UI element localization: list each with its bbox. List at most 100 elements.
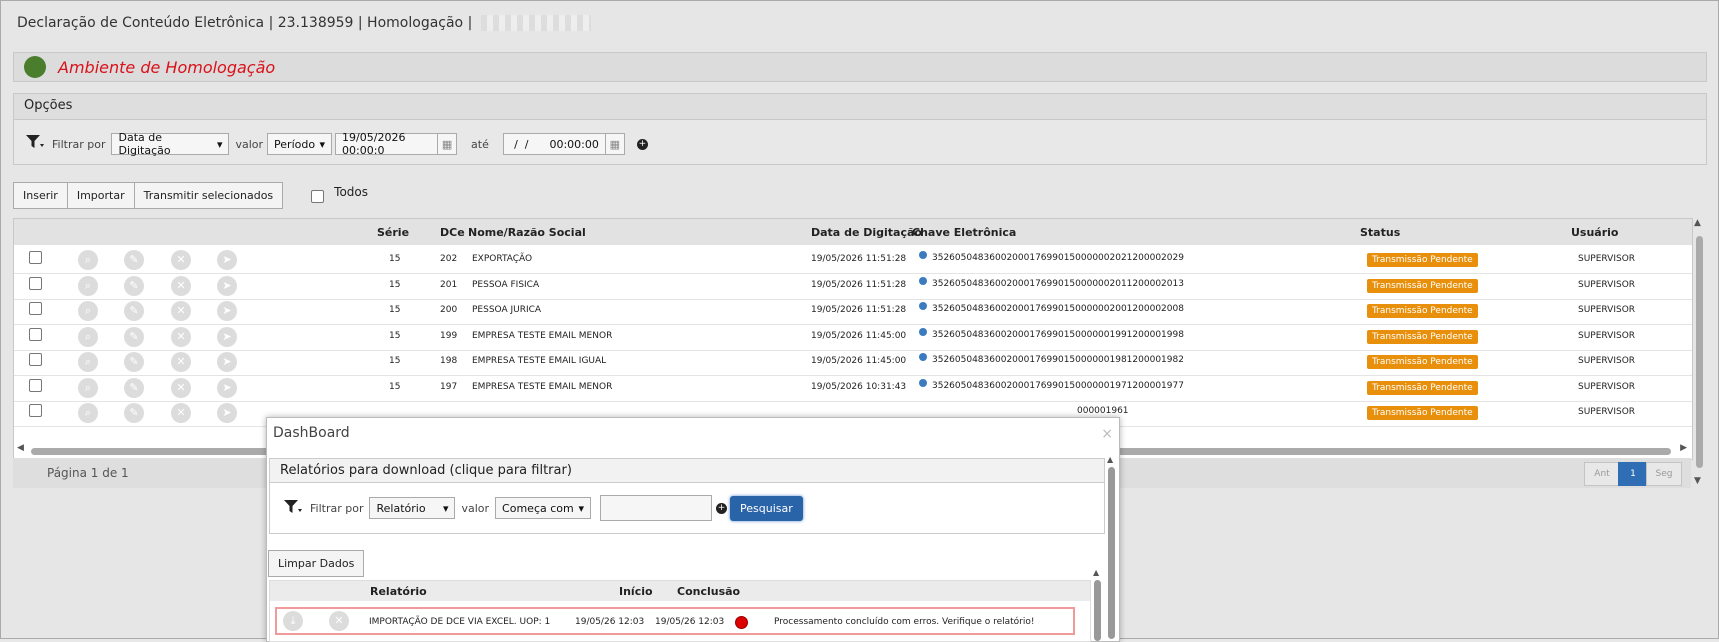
col-chave[interactable]: Chave Eletrônica — [912, 226, 1016, 239]
row-checkbox[interactable] — [29, 378, 42, 392]
report-end: 19/05/26 12:03 — [655, 617, 725, 627]
calendar-icon[interactable]: ▦ — [604, 133, 625, 155]
filter-select-value: Data de Digitação — [118, 131, 171, 157]
cancel-icon[interactable]: ✕ — [171, 403, 191, 423]
view-icon[interactable]: ⌕ — [78, 403, 98, 423]
add-filter-icon[interactable]: + — [636, 138, 648, 150]
row-checkbox[interactable] — [29, 327, 42, 341]
current-page-button[interactable]: 1 — [1618, 462, 1648, 486]
status-badge: Transmissão Pendente — [1367, 380, 1478, 395]
cell-usuario: SUPERVISOR — [1578, 254, 1636, 264]
row-checkbox[interactable] — [29, 302, 42, 315]
view-icon[interactable]: ⌕ — [78, 250, 98, 270]
send-icon[interactable]: ➤ — [217, 403, 237, 423]
col-inicio[interactable]: Início — [619, 585, 653, 598]
import-button[interactable]: Importar — [67, 182, 135, 209]
row-checkbox[interactable] — [29, 276, 42, 290]
cancel-icon[interactable]: ✕ — [171, 352, 191, 372]
next-page-button[interactable]: Seg — [1646, 462, 1682, 486]
send-icon[interactable]: ➤ — [217, 250, 237, 270]
filter-icon[interactable] — [284, 499, 302, 517]
view-icon[interactable]: ⌕ — [78, 377, 98, 398]
transmit-selected-button[interactable]: Transmitir selecionados — [134, 182, 284, 209]
dashboard-modal: DashBoard × Relatórios para download (cl… — [266, 417, 1120, 642]
modal-scrollbar[interactable]: ▲ — [1106, 455, 1118, 641]
filter-select[interactable]: Data de Digitação ▾ — [111, 131, 230, 157]
edit-icon[interactable]: ✎ — [124, 301, 144, 321]
row-checkbox[interactable] — [29, 353, 42, 366]
cell-data: 19/05/2026 10:31:43 — [811, 381, 907, 392]
send-icon[interactable]: ➤ — [217, 352, 237, 372]
scroll-left-icon[interactable]: ◀ — [17, 443, 24, 453]
view-icon[interactable]: ⌕ — [78, 301, 98, 321]
col-serie[interactable]: Série — [377, 226, 409, 239]
reports-header[interactable]: Relatórios para download (clique para fi… — [270, 459, 1104, 483]
edit-icon[interactable]: ✎ — [124, 326, 144, 347]
report-name: IMPORTAÇÃO DE DCE VIA EXCEL. UOP: 1 — [369, 617, 551, 627]
edit-icon[interactable]: ✎ — [124, 275, 144, 296]
edit-icon[interactable]: ✎ — [124, 377, 144, 398]
filter-row: Filtrar por Data de Digitação ▾ valor Per… — [26, 131, 648, 157]
modal-filter-select[interactable]: Relatório ▾ — [369, 497, 456, 519]
insert-button[interactable]: Inserir — [13, 182, 68, 209]
view-icon[interactable]: ⌕ — [78, 352, 98, 372]
date-from-input[interactable]: 19/05/2026 00:00:0 — [335, 131, 438, 157]
col-dce[interactable]: DCe — [440, 226, 465, 239]
date-to-input[interactable]: / / 00:00:00 — [502, 133, 605, 155]
col-relatorio[interactable]: Relatório — [370, 585, 427, 598]
send-icon[interactable]: ➤ — [217, 326, 237, 347]
modal-search-input[interactable] — [600, 495, 713, 521]
col-usuario[interactable]: Usuário — [1571, 226, 1619, 239]
cell-data: 19/05/2026 11:51:28 — [811, 254, 907, 264]
download-icon[interactable]: ⤓ — [283, 611, 303, 631]
clear-data-button[interactable]: Limpar Dados — [268, 550, 365, 577]
row-checkbox[interactable] — [29, 251, 42, 264]
filter-icon[interactable] — [26, 135, 44, 153]
cell-data: 19/05/2026 11:45:00 — [811, 356, 907, 366]
col-data[interactable]: Data de Digitação — [811, 226, 922, 239]
col-status[interactable]: Status — [1360, 226, 1400, 239]
col-nome[interactable]: Nome/Razão Social — [468, 226, 586, 239]
cell-serie: 15 — [389, 381, 401, 392]
report-row[interactable]: ⤓ ✕ IMPORTAÇÃO DE DCE VIA EXCEL. UOP: 1 … — [275, 607, 1075, 635]
scroll-up-icon[interactable]: ▲ — [1694, 218, 1701, 228]
cancel-icon[interactable]: ✕ — [171, 275, 191, 296]
prev-page-button[interactable]: Ant — [1584, 462, 1620, 486]
cancel-icon[interactable]: ✕ — [171, 326, 191, 347]
cancel-icon[interactable]: ✕ — [171, 301, 191, 321]
scroll-down-icon[interactable]: ▼ — [1694, 476, 1701, 486]
select-all-checkbox[interactable] — [311, 190, 325, 203]
edit-icon[interactable]: ✎ — [124, 250, 144, 270]
send-icon[interactable]: ➤ — [217, 377, 237, 398]
value-select[interactable]: Período ▾ — [267, 133, 333, 155]
search-button[interactable]: Pesquisar — [730, 495, 803, 521]
status-badge: Transmissão Pendente — [1367, 355, 1478, 369]
modal-value-select[interactable]: Começa com ▾ — [495, 497, 592, 519]
modal-scroll-thumb[interactable] — [1108, 467, 1115, 639]
status-badge: Transmissão Pendente — [1367, 329, 1478, 344]
vertical-scroll-thumb[interactable] — [1696, 236, 1703, 468]
environment-banner: Ambiente de Homologação — [13, 52, 1707, 82]
edit-icon[interactable]: ✎ — [124, 403, 144, 423]
view-icon[interactable]: ⌕ — [78, 275, 98, 296]
edit-icon[interactable]: ✎ — [124, 352, 144, 372]
scroll-right-icon[interactable]: ▶ — [1680, 443, 1687, 453]
cancel-icon[interactable]: ✕ — [171, 250, 191, 270]
close-icon[interactable]: × — [1101, 426, 1113, 442]
scroll-up-icon[interactable]: ▲ — [1107, 455, 1113, 464]
cell-chave: 000001961 — [1077, 406, 1129, 416]
cancel-icon[interactable]: ✕ — [171, 377, 191, 398]
row-checkbox[interactable] — [29, 404, 42, 417]
delete-icon[interactable]: ✕ — [329, 611, 349, 631]
send-icon[interactable]: ➤ — [217, 275, 237, 296]
view-icon[interactable]: ⌕ — [78, 326, 98, 347]
cell-dce: 202 — [440, 254, 458, 264]
calendar-icon[interactable]: ▦ — [437, 133, 458, 155]
add-filter-icon[interactable]: + — [716, 502, 728, 514]
table-scroll-thumb[interactable] — [1094, 580, 1101, 641]
col-conclusao[interactable]: Conclusão — [677, 585, 740, 598]
vertical-scrollbar[interactable]: ▲ ▼ — [1692, 218, 1706, 486]
cell-chave: 3526050483600200017699015000000198120000… — [932, 355, 1184, 365]
scroll-up-icon[interactable]: ▲ — [1093, 568, 1099, 577]
send-icon[interactable]: ➤ — [217, 301, 237, 321]
